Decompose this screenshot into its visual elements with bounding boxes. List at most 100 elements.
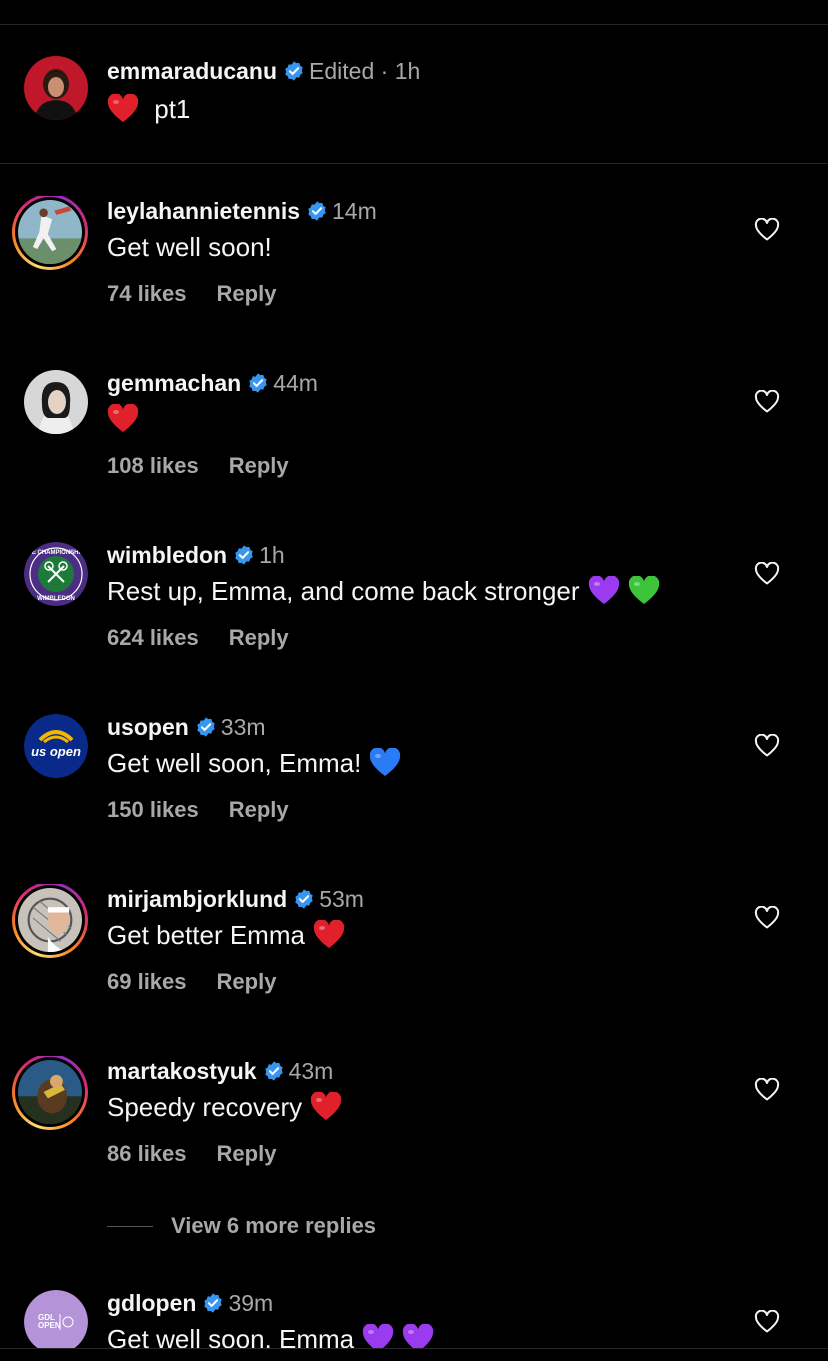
verified-badge-icon [204, 1293, 223, 1313]
comment-item: gemmachan 44m 108 likes Reply [0, 368, 828, 540]
comment-body: Get well soon, Emma! [107, 748, 362, 778]
comment-meta: wimbledon 1h [107, 540, 285, 570]
avatar[interactable]: us open [24, 714, 88, 778]
comment-text [107, 402, 139, 436]
likes-count[interactable]: 624 likes [107, 625, 199, 650]
view-more-replies-button[interactable]: View 6 more replies [171, 1212, 376, 1240]
comment-text: Get better Emma [107, 918, 345, 952]
avatar-story-ring[interactable] [12, 196, 88, 270]
comment-item: leylahannietennis 14m Get well soon! 74 lik… [0, 196, 828, 368]
red-heart-icon [310, 1092, 342, 1120]
comment-time: 1h [259, 542, 285, 568]
avatar-emmaraducanu[interactable] [24, 56, 88, 120]
like-heart-icon[interactable] [754, 562, 780, 586]
avatar[interactable] [24, 370, 88, 434]
red-heart-icon [313, 920, 345, 948]
comment-username[interactable]: gemmachan [107, 370, 241, 396]
verified-badge-icon [235, 545, 253, 565]
comment-username[interactable]: wimbledon [107, 542, 227, 568]
comment-text: Get well soon! [107, 230, 272, 264]
reply-button[interactable]: Reply [217, 1141, 277, 1166]
caption-text: pt1 [107, 92, 190, 126]
avatar [18, 888, 82, 952]
comment-time: 14m [332, 198, 377, 224]
like-heart-icon[interactable] [754, 734, 780, 758]
comment-item: THE CHAMPIONSHIPS WIMBLEDON wimbledon 1h Res… [0, 540, 828, 712]
comment-body: Get well soon! [107, 232, 272, 262]
verified-badge-icon [285, 61, 303, 81]
comment-time: 39m [228, 1290, 274, 1316]
like-heart-icon[interactable] [754, 1078, 780, 1102]
comment-actions: 624 likes Reply [107, 624, 289, 652]
comment-username[interactable]: mirjambjorklund [107, 886, 287, 912]
top-divider [0, 24, 828, 25]
caption-body: pt1 [154, 94, 191, 124]
likes-count[interactable]: 150 likes [107, 797, 199, 822]
comment-body: Get well soon, Emma [107, 1324, 355, 1348]
comment-meta: usopen 33m [107, 712, 266, 742]
comment-item: martakostyuk 43m Speedy recovery 86 likes Re… [0, 1056, 828, 1228]
svg-text:WIMBLEDON: WIMBLEDON [37, 596, 75, 602]
like-heart-icon[interactable] [754, 390, 780, 414]
avatar[interactable]: GDL OPEN [24, 1290, 88, 1348]
comment-actions: 74 likes Reply [107, 280, 276, 308]
comment-body: Get better Emma [107, 920, 305, 950]
caption-meta: emmaraducanu Edited · 1h [107, 58, 421, 84]
reply-button[interactable]: Reply [229, 453, 289, 478]
reply-button[interactable]: Reply [217, 969, 277, 994]
avatar [18, 1060, 82, 1124]
verified-badge-icon [264, 1061, 283, 1081]
username[interactable]: emmaraducanu [107, 58, 277, 84]
comment-item: us open usopen 33m Get well soon, Emma! 150 … [0, 712, 828, 884]
verified-badge-icon [295, 889, 313, 909]
caption-divider [0, 163, 828, 164]
comment-time: 43m [288, 1058, 334, 1084]
comment-actions: 69 likes Reply [107, 968, 276, 996]
comment-meta: gdlopen 39m [107, 1288, 273, 1318]
reply-button[interactable]: Reply [229, 625, 289, 650]
comment-meta: leylahannietennis 14m [107, 196, 377, 226]
purple-heart-icon [402, 1324, 434, 1348]
blue-heart-icon [370, 748, 401, 776]
comment-text: Rest up, Emma, and come back stronger [107, 574, 660, 608]
likes-count[interactable]: 86 likes [107, 1141, 187, 1166]
purple-heart-icon [362, 1324, 394, 1348]
avatar[interactable]: THE CHAMPIONSHIPS WIMBLEDON [24, 542, 88, 606]
avatar-story-ring[interactable] [12, 1056, 88, 1130]
verified-badge-icon [197, 717, 215, 737]
svg-text:OPEN: OPEN [38, 1321, 61, 1330]
comment-text: Get well soon, Emma! [107, 746, 401, 780]
like-heart-icon[interactable] [754, 218, 780, 242]
comment-body: Rest up, Emma, and come back stronger [107, 576, 580, 606]
comment-text: Speedy recovery [107, 1090, 342, 1124]
likes-count[interactable]: 69 likes [107, 969, 187, 994]
verified-badge-icon [308, 201, 326, 221]
comment-time: 53m [319, 886, 364, 912]
avatar-story-ring[interactable] [12, 884, 88, 958]
comment-username[interactable]: martakostyuk [107, 1058, 257, 1084]
red-heart-icon [107, 404, 139, 432]
comment-username[interactable]: leylahannietennis [107, 198, 300, 224]
verified-badge-icon [249, 373, 267, 393]
comment-text: Get well soon, Emma [107, 1322, 434, 1348]
like-heart-icon[interactable] [754, 1310, 780, 1334]
likes-count[interactable]: 108 likes [107, 453, 199, 478]
comment-item: GDL OPEN gdlopen 39m Get well soon, Emma [0, 1288, 828, 1348]
likes-count[interactable]: 74 likes [107, 281, 187, 306]
post-caption: emmaraducanu Edited · 1h pt1 [0, 56, 828, 156]
comment-meta: martakostyuk 43m [107, 1056, 333, 1086]
edited-label: Edited [309, 58, 375, 84]
comment-body: Speedy recovery [107, 1092, 303, 1122]
reply-button[interactable]: Reply [229, 797, 289, 822]
avatar [18, 200, 82, 264]
svg-text:THE CHAMPIONSHIPS: THE CHAMPIONSHIPS [24, 550, 88, 556]
red-heart-icon [107, 94, 139, 122]
comment-username[interactable]: usopen [107, 714, 189, 740]
like-heart-icon[interactable] [754, 906, 780, 930]
comment-actions: 108 likes Reply [107, 452, 289, 480]
comment-username[interactable]: gdlopen [107, 1290, 196, 1316]
bottom-divider [0, 1348, 828, 1349]
svg-text:us open: us open [31, 744, 81, 759]
post-time: 1h [394, 58, 421, 84]
reply-button[interactable]: Reply [217, 281, 277, 306]
